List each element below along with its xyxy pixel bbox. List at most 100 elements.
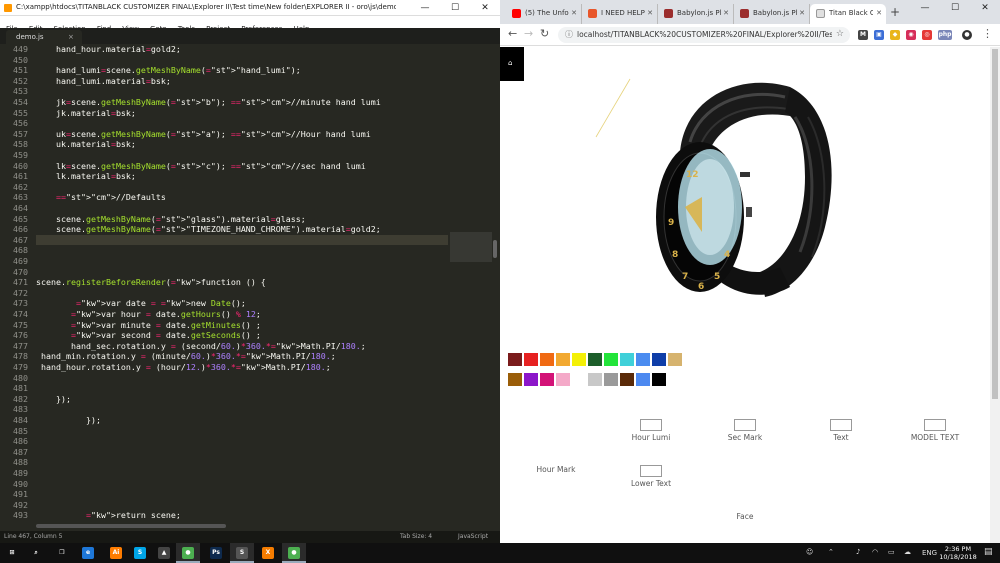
code-line[interactable]: ="kw">var hour = date.getHours() % 12;	[36, 309, 261, 319]
watch-3d-render[interactable]: 9 8 7 6 5 4 12	[590, 57, 850, 307]
code-line[interactable]: hand_lumi.material=bsk;	[36, 76, 171, 86]
page-scrollbar-thumb[interactable]	[992, 49, 998, 399]
color-swatch[interactable]	[556, 353, 570, 366]
code-line[interactable]: lk=scene.getMeshByName(="st">"c"); =="st…	[36, 161, 366, 171]
option-lower-text[interactable]: Lower Text	[606, 465, 696, 488]
color-swatch[interactable]	[572, 353, 586, 366]
code-line[interactable]: });	[36, 415, 101, 425]
color-swatch[interactable]	[636, 353, 650, 366]
new-tab-icon[interactable]: +	[890, 5, 900, 19]
code-line[interactable]: scene.registerBeforeRender(="kw">functio…	[36, 277, 266, 287]
taskbar-photoshop-button[interactable]: Ps	[204, 543, 228, 563]
browser-tab-4[interactable]: Babylon.js Playg... ✕	[734, 4, 810, 24]
taskbar-sublime-button[interactable]: S	[230, 543, 254, 563]
code-line[interactable]: uk.material=bsk;	[36, 139, 136, 149]
menu-kebab-icon[interactable]: ⋮	[982, 27, 993, 40]
horizontal-scrollbar[interactable]	[36, 524, 226, 528]
tab-close-icon[interactable]: ✕	[571, 9, 577, 17]
code-line[interactable]: hand_hour.rotation.y = (hour/12.)*360.*=…	[36, 362, 331, 372]
code-line[interactable]: ="kw">var date = ="kw">new Date();	[36, 298, 246, 308]
color-swatch[interactable]	[588, 353, 602, 366]
code-line[interactable]: hand_hour.material=gold2;	[36, 44, 181, 54]
color-swatch[interactable]	[540, 373, 554, 386]
wifi-icon[interactable]: ◠	[872, 548, 878, 556]
code-line[interactable]: hand_lumi=scene.getMeshByName(="st">"han…	[36, 65, 301, 75]
forward-icon[interactable]: →	[524, 27, 533, 40]
tab-demo-js[interactable]: demo.js ×	[6, 30, 82, 44]
option-model-text[interactable]: MODEL TEXT	[890, 419, 980, 442]
reload-icon[interactable]: ↻	[540, 27, 549, 40]
extension-red-icon[interactable]: ◎	[922, 30, 932, 40]
color-swatch[interactable]	[572, 373, 586, 386]
taskbar-xampp-button[interactable]: X	[256, 543, 280, 563]
canvas-home-button[interactable]: ⌂	[500, 47, 524, 81]
color-swatch[interactable]	[604, 373, 618, 386]
maximize-icon[interactable]: ☐	[440, 0, 470, 16]
code-line[interactable]: hand_sec.rotation.y = (second/60.)*360.*…	[36, 341, 366, 351]
option-hour-mark[interactable]: Hour Mark	[511, 465, 601, 474]
color-swatch[interactable]	[508, 373, 522, 386]
code-line[interactable]: ="kw">return scene;	[36, 510, 181, 520]
code-line[interactable]: });	[36, 394, 71, 404]
code-line[interactable]: uk=scene.getMeshByName(="st">"a"); =="st…	[36, 129, 371, 139]
vertical-scrollbar[interactable]	[493, 240, 497, 258]
code-line[interactable]: hand_min.rotation.y = (minute/60.)*360.*…	[36, 351, 336, 361]
taskbar-chrome2-button[interactable]: ●	[282, 543, 306, 563]
option-hour-lumi[interactable]: Hour Lumi	[606, 419, 696, 442]
color-swatch[interactable]	[588, 373, 602, 386]
code-line[interactable]: scene.getMeshByName(="st">"glass").mater…	[36, 214, 306, 224]
address-bar[interactable]: ⓘ localhost/TITANBLACK%20CUSTOMIZER%20FI…	[558, 27, 850, 43]
code-line[interactable]: jk=scene.getMeshByName(="st">"b"); =="st…	[36, 97, 381, 107]
tab-close-icon[interactable]: ✕	[799, 9, 805, 17]
profile-avatar[interactable]: ●	[962, 30, 972, 40]
taskbar-edge-button[interactable]: e	[76, 543, 100, 563]
back-icon[interactable]: ←	[508, 27, 517, 40]
color-swatch[interactable]	[524, 353, 538, 366]
code-line[interactable]: lk.material=bsk;	[36, 171, 136, 181]
browser-tab-1[interactable]: (5) The Unforgi... ✕	[506, 4, 582, 24]
minimap-viewport[interactable]	[450, 232, 492, 262]
taskbar-clock[interactable]: 2:36 PM 10/18/2018	[936, 545, 980, 561]
network-icon[interactable]: ⌃	[828, 548, 834, 556]
extension-pink-icon[interactable]: ◉	[906, 30, 916, 40]
minimap[interactable]	[450, 44, 492, 530]
code-line[interactable]: ="kw">var minute = date.getMinutes() ;	[36, 320, 261, 330]
option-sec-mark[interactable]: Sec Mark	[700, 419, 790, 442]
color-swatch[interactable]	[636, 373, 650, 386]
taskbar-illustrator-button[interactable]: Ai	[104, 543, 128, 563]
code-editor[interactable]: hand_hour.material=gold2; hand_lumi=scen…	[36, 44, 448, 530]
tab-close-icon[interactable]: ✕	[647, 9, 653, 17]
taskbar-search-button[interactable]: ⌕	[24, 543, 48, 563]
extension-grid-icon[interactable]: ▣	[874, 30, 884, 40]
color-swatch[interactable]	[540, 353, 554, 366]
extension-php-icon[interactable]: php	[938, 30, 952, 40]
browser-tab-3[interactable]: Babylon.js Playg... ✕	[658, 4, 734, 24]
notifications-icon[interactable]: ▤	[984, 547, 993, 557]
color-swatch[interactable]	[652, 353, 666, 366]
tab-close-icon[interactable]: ✕	[876, 9, 882, 17]
status-syntax[interactable]: JavaScript	[458, 533, 488, 540]
extension-keep-icon[interactable]: ◆	[890, 30, 900, 40]
volume-icon[interactable]: ♪	[856, 548, 860, 556]
people-icon[interactable]: ☺	[806, 548, 813, 556]
option-text[interactable]: Text	[796, 419, 886, 442]
browser-tab-5[interactable]: Titan Black Cus... ✕	[810, 4, 886, 24]
tab-close-icon[interactable]: ×	[68, 33, 74, 41]
color-swatch[interactable]	[556, 373, 570, 386]
browser-tab-2[interactable]: I NEED HELP IN... ✕	[582, 4, 658, 24]
bookmark-star-icon[interactable]: ☆	[836, 29, 844, 39]
color-swatch[interactable]	[668, 353, 682, 366]
taskbar-task-view-button[interactable]: ❒	[50, 543, 74, 563]
status-tab-size[interactable]: Tab Size: 4	[400, 533, 432, 540]
page-scrollbar[interactable]	[990, 47, 1000, 543]
color-swatch[interactable]	[508, 353, 522, 366]
color-swatch[interactable]	[604, 353, 618, 366]
code-line[interactable]: ="kw">var second = date.getSeconds() ;	[36, 330, 261, 340]
extension-mega-icon[interactable]: M	[858, 30, 868, 40]
code-line[interactable]: scene.getMeshByName(="st">"TIMEZONE_HAND…	[36, 224, 381, 234]
code-line[interactable]: =="st">"cm">//Defaults	[36, 192, 166, 202]
code-line[interactable]: jk.material=bsk;	[36, 108, 136, 118]
color-swatch[interactable]	[620, 373, 634, 386]
option-face[interactable]: Face	[700, 512, 790, 521]
minimize-icon[interactable]: —	[910, 0, 940, 16]
